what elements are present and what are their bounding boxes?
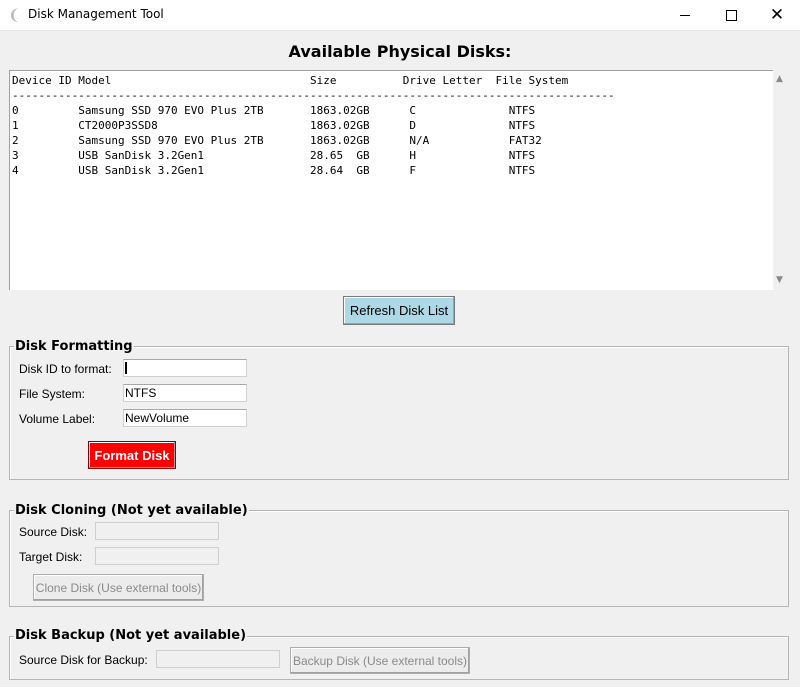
window-title: Disk Management Tool	[28, 7, 164, 21]
scroll-up-arrow-icon[interactable]: ▲	[776, 74, 783, 84]
source-disk-label: Source Disk:	[19, 525, 88, 539]
disk-id-field[interactable]	[123, 359, 247, 377]
disk-list-row: 1 CT2000P3SSD8 1863.02GB D NTFS	[12, 119, 536, 132]
disk-list-scrollbar[interactable]: ▲ ▼	[773, 70, 790, 289]
disk-list-row: 2 Samsung SSD 970 EVO Plus 2TB 1863.02GB…	[12, 134, 542, 147]
disk-id-label: Disk ID to format:	[19, 362, 112, 376]
disk-list-row: 3 USB SanDisk 3.2Gen1 28.65 GB H NTFS	[12, 149, 536, 162]
target-disk-field[interactable]	[95, 547, 219, 565]
disk-list-header: Device ID Model Size Drive Letter File S…	[12, 74, 569, 87]
page-title: Available Physical Disks:	[288, 42, 512, 61]
volume-label-label: Volume Label:	[19, 412, 96, 426]
maximize-icon	[725, 9, 737, 21]
disk-cloning-title: Disk Cloning (Not yet available)	[14, 503, 249, 518]
disk-list-separator: ----------------------------------------…	[12, 89, 615, 102]
close-button[interactable]: ✕	[754, 0, 800, 30]
disk-list-row: 4 USB SanDisk 3.2Gen1 28.64 GB F NTFS	[12, 164, 536, 177]
backup-disk-button[interactable]: Backup Disk (Use external tools)	[290, 647, 470, 674]
target-disk-label: Target Disk:	[19, 550, 83, 564]
clone-disk-button[interactable]: Clone Disk (Use external tools)	[33, 574, 204, 601]
minimize-button[interactable]	[662, 0, 708, 30]
file-system-field[interactable]: NTFS	[123, 384, 247, 402]
disk-list-content: Device ID Model Size Drive Letter File S…	[10, 71, 774, 178]
source-disk-field[interactable]	[95, 522, 219, 540]
disk-backup-title: Disk Backup (Not yet available)	[14, 628, 248, 643]
disk-formatting-title: Disk Formatting	[14, 339, 134, 354]
maximize-button[interactable]	[708, 0, 754, 30]
format-disk-button[interactable]: Format Disk	[88, 441, 176, 469]
refresh-disk-list-button[interactable]: Refresh Disk List	[343, 296, 455, 325]
backup-source-field[interactable]	[156, 650, 280, 668]
scroll-down-arrow-icon[interactable]: ▼	[776, 275, 783, 285]
feather-icon: ❨	[8, 6, 21, 24]
title-bar: ❨ Disk Management Tool ✕	[0, 0, 800, 31]
minimize-icon	[680, 14, 690, 16]
volume-label-field[interactable]: NewVolume	[123, 409, 247, 427]
text-cursor	[125, 362, 127, 374]
close-icon: ✕	[769, 4, 785, 25]
file-system-label: File System:	[19, 387, 86, 401]
backup-source-label: Source Disk for Backup:	[19, 653, 148, 667]
disk-list-text[interactable]: Device ID Model Size Drive Letter File S…	[9, 70, 774, 290]
disk-list-row: 0 Samsung SSD 970 EVO Plus 2TB 1863.02GB…	[12, 104, 536, 117]
